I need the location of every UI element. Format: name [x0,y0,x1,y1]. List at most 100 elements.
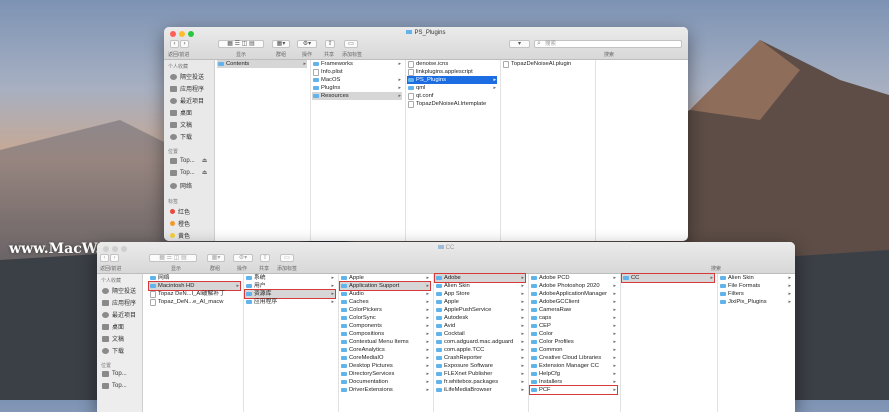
list-item[interactable]: Installers [530,378,617,386]
back-button[interactable]: ‹ [100,254,109,262]
list-item[interactable]: fr.whitebox.packages [435,378,525,386]
list-item[interactable]: Apple [340,274,430,282]
list-item[interactable]: Cocktail [435,330,525,338]
forward-button[interactable]: › [180,40,189,48]
list-item[interactable]: Resources [312,92,402,100]
list-item[interactable]: DirectoryServices [340,370,430,378]
sidebar-item-documents[interactable]: 文稿 [170,120,192,129]
sidebar-item-applications[interactable]: 应用程序 [170,84,204,93]
list-item[interactable]: Extension Manager CC [530,362,617,370]
list-item[interactable]: ApplePushService [435,306,525,314]
sidebar-item-desktop[interactable]: 桌面 [102,322,124,331]
list-item[interactable]: Adobe Photoshop 2020 [530,282,617,290]
group-button[interactable]: ▦▾ [207,254,225,262]
sidebar-item-disk-1[interactable]: Top... [102,371,127,377]
list-item[interactable]: AdobeApplicationManager [530,290,617,298]
forward-button[interactable]: › [110,254,119,262]
list-item[interactable]: Autodesk [435,314,525,322]
action-gear-button[interactable]: ⚙▾ [297,40,317,48]
list-item[interactable]: MacOS [312,76,402,84]
sidebar-item-desktop[interactable]: 桌面 [170,108,192,117]
list-item[interactable]: CoreMediaIO [340,354,430,362]
sidebar-item-network[interactable]: 网络 [170,181,192,190]
dropdown-button[interactable]: ▾ [509,40,530,48]
list-item[interactable]: Caches [340,298,430,306]
tag-button[interactable]: ▭ [280,254,294,262]
list-item[interactable]: Apple [435,298,525,306]
list-item[interactable]: Frameworks [312,60,402,68]
list-item[interactable]: Alien Skin [435,282,525,290]
list-item[interactable]: Exposure Software [435,362,525,370]
list-item[interactable]: denoise.icns [407,60,497,68]
list-item[interactable]: Info.plist [312,68,402,76]
list-item[interactable]: 网络 [149,274,240,282]
view-mode-switcher[interactable]: ▦ ☰ ◫ ▤ [218,40,264,48]
list-item[interactable]: PS_Plugins [407,76,497,84]
list-item[interactable]: CrashReporter [435,354,525,362]
list-item[interactable]: CEP [530,322,617,330]
list-item[interactable]: 系统 [245,274,335,282]
list-item[interactable]: 用户 [245,282,335,290]
sidebar-item-downloads[interactable]: 下载 [102,346,124,355]
list-item[interactable]: TopazDeNoiseAI.plugin [502,60,592,68]
share-button[interactable]: ⇧ [325,40,335,48]
list-item[interactable]: ColorPickers [340,306,430,314]
search-field[interactable]: 搜索 [534,40,682,48]
sidebar-item-recents[interactable]: 最近项目 [170,96,204,105]
list-item[interactable]: Audio [340,290,430,298]
list-item[interactable]: Color Profiles [530,338,617,346]
list-item[interactable]: ColorSync [340,314,430,322]
sidebar-tag-yellow[interactable]: 黄色 [170,231,190,240]
list-item[interactable]: Topaz DeN...I_AI破解补丁 [149,290,240,298]
sidebar-item-applications[interactable]: 应用程序 [102,298,136,307]
sidebar-item-downloads[interactable]: 下载 [170,132,192,141]
list-item[interactable]: Avid [435,322,525,330]
list-item[interactable]: qt.conf [407,92,497,100]
list-item[interactable]: iLifeMediaBrowser [435,386,525,394]
sidebar-tag-red[interactable]: 红色 [170,207,190,216]
list-item[interactable]: Macintosh HD [148,281,241,291]
list-item[interactable]: CameraRaw [530,306,617,314]
view-mode-switcher[interactable]: ▦ ☰ ◫ ▤ [149,254,197,262]
sidebar-item-disk-2[interactable]: Top... [102,383,127,389]
list-item[interactable]: File Formats [719,282,792,290]
list-item[interactable]: Alien Skin [719,274,792,282]
action-gear-button[interactable]: ⚙▾ [233,254,253,262]
list-item[interactable]: App Store [435,290,525,298]
eject-icon[interactable]: ⏏ [202,157,208,164]
list-item[interactable]: linkplugins.applescript [407,68,497,76]
list-item[interactable]: 资源库 [244,289,336,299]
list-item[interactable]: Filters [719,290,792,298]
list-item[interactable]: Application Support [339,281,431,291]
list-item[interactable]: Adobe PCD [530,274,617,282]
list-item[interactable]: HelpCfg [530,370,617,378]
list-item[interactable]: Common [530,346,617,354]
list-item[interactable]: Components [340,322,430,330]
sidebar-item-airdrop[interactable]: 隔空投送 [102,286,136,295]
list-item[interactable]: JixiPix_Plugins [719,298,792,306]
list-item[interactable]: Adobe [434,273,526,283]
sidebar-item-recents[interactable]: 最近项目 [102,310,136,319]
list-item[interactable]: PCF [529,385,618,395]
list-item[interactable]: FLEXnet Publisher [435,370,525,378]
list-item[interactable]: Color [530,330,617,338]
back-button[interactable]: ‹ [170,40,179,48]
list-item[interactable]: Documentation [340,378,430,386]
sidebar-item-disk-1[interactable]: Top... ⏏ [170,157,207,164]
sidebar-item-airdrop[interactable]: 隔空投送 [170,72,204,81]
tag-button[interactable]: ▭ [344,40,358,48]
list-item[interactable]: PlugIns [312,84,402,92]
list-item[interactable]: qml [407,84,497,92]
list-item[interactable]: Desktop Pictures [340,362,430,370]
list-item[interactable]: Contents [217,60,307,68]
list-item[interactable]: com.apple.TCC [435,346,525,354]
list-item[interactable]: Creative Cloud Libraries [530,354,617,362]
group-button[interactable]: ▦▾ [272,40,290,48]
list-item[interactable]: AdobeGCClient [530,298,617,306]
list-item[interactable]: TopazDeNoiseAI.lrtemplate [407,100,497,108]
sidebar-item-documents[interactable]: 文稿 [102,334,124,343]
list-item[interactable]: DriverExtensions [340,386,430,394]
list-item[interactable]: Topaz_DeN...e_AI_macw [149,298,240,306]
list-item[interactable]: caps [530,314,617,322]
eject-icon[interactable]: ⏏ [202,169,208,176]
